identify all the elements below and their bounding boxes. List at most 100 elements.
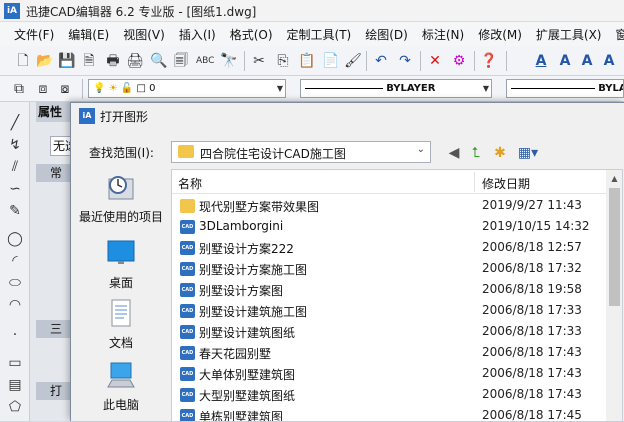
- cad-file-icon: CAD: [180, 346, 195, 360]
- menu-draw[interactable]: 绘图(D): [365, 26, 408, 43]
- menu-dimension[interactable]: 标注(N): [422, 26, 464, 43]
- menu-view[interactable]: 视图(V): [123, 26, 165, 43]
- list-item[interactable]: CAD 别墅设计建筑图纸 2006/8/18 17:33: [172, 322, 606, 343]
- layer-manager-icon[interactable]: ⧉: [10, 80, 28, 98]
- polyline-tool-icon[interactable]: ↯: [6, 136, 24, 154]
- list-item[interactable]: CAD 单栋别墅建筑图 2006/8/18 17:45: [172, 406, 606, 422]
- dialog-logo-icon: iA: [79, 108, 95, 124]
- layer-toolbar: ⧉ ⧈ ⧇ 💡 ☀ 🔓 □ 0 ▼ BYLAYER ▼ BYLA: [0, 76, 624, 102]
- redo-icon[interactable]: ↷: [396, 52, 414, 70]
- file-name: 别墅设计建筑施工图: [199, 303, 307, 320]
- menu-file[interactable]: 文件(F): [14, 26, 54, 43]
- back-icon[interactable]: ◀: [445, 144, 463, 162]
- scroll-up-icon[interactable]: ▲: [606, 170, 623, 187]
- help-icon[interactable]: ❓: [480, 52, 498, 70]
- sketch-tool-icon[interactable]: ✎: [6, 202, 24, 220]
- menu-custom-tools[interactable]: 定制工具(T): [287, 26, 352, 43]
- column-divider[interactable]: [474, 172, 475, 192]
- place-recent-label: 最近使用的项目: [75, 208, 167, 225]
- delete-icon[interactable]: ✕: [426, 52, 444, 70]
- list-item[interactable]: CAD 别墅设计方案图 2006/8/18 19:58: [172, 280, 606, 301]
- place-documents[interactable]: 文档: [75, 299, 167, 351]
- place-recent[interactable]: 最近使用的项目: [75, 173, 167, 225]
- list-item[interactable]: CAD 3DLamborgini 2019/10/15 14:32: [172, 217, 606, 238]
- menu-extend-tools[interactable]: 扩展工具(X): [536, 26, 602, 43]
- file-date: 2006/8/18 17:32: [482, 261, 582, 275]
- purge-icon[interactable]: ⚙: [450, 52, 468, 70]
- menu-modify[interactable]: 修改(M): [478, 26, 522, 43]
- new-folder-icon[interactable]: ✱: [491, 144, 509, 162]
- polygon-tool-icon[interactable]: ⬠: [6, 398, 24, 416]
- open-folder-icon[interactable]: 📂: [36, 52, 54, 70]
- text-find-icon[interactable]: A: [600, 52, 618, 70]
- cad-file-icon: CAD: [180, 262, 195, 276]
- file-date: 2006/8/18 17:43: [482, 366, 582, 380]
- match-properties-icon[interactable]: 🖌: [344, 52, 362, 70]
- list-item[interactable]: CAD 大单体别墅建筑图 2006/8/18 17:43: [172, 364, 606, 385]
- text-edit-icon[interactable]: A: [578, 52, 596, 70]
- standard-toolbar: 🗋 📂 💾 🗎 🖶 🖨 🔍 🗐 ABC 🔭 ✂ ⎘ 📋 📄 🖌 ↶ ↷ ✕ ⚙ …: [0, 46, 624, 76]
- paste-special-icon[interactable]: 📄: [322, 52, 340, 70]
- spline-tool-icon[interactable]: ∽: [6, 180, 24, 198]
- view-menu-icon[interactable]: ▦▾: [515, 144, 541, 162]
- column-name[interactable]: 名称: [178, 175, 202, 192]
- up-folder-icon[interactable]: ⮤: [467, 144, 485, 162]
- hatch-tool-icon[interactable]: ▤: [6, 376, 24, 394]
- arc-tool-icon[interactable]: ◜: [6, 252, 24, 270]
- file-name: 现代别墅方案带效果图: [199, 198, 319, 215]
- scrollbar-thumb[interactable]: [609, 188, 620, 306]
- look-in-select[interactable]: 四合院住宅设计CAD施工图 ⌄: [171, 141, 431, 163]
- menu-edit[interactable]: 编辑(E): [68, 26, 109, 43]
- circle-tool-icon[interactable]: ◯: [6, 230, 24, 248]
- toolbar-separator: [420, 51, 421, 71]
- multiline-text-icon[interactable]: A: [556, 52, 574, 70]
- print-setup-icon[interactable]: 🖨: [126, 52, 144, 70]
- lineweight-select[interactable]: BYLA: [506, 79, 624, 98]
- linetype-select[interactable]: BYLAYER ▼: [300, 79, 492, 98]
- file-date: 2006/8/18 17:33: [482, 324, 582, 338]
- line-tool-icon[interactable]: ╱: [6, 114, 24, 132]
- new-file-icon[interactable]: 🗋: [14, 52, 32, 70]
- chevron-down-icon: ⌄: [417, 144, 425, 155]
- column-date[interactable]: 修改日期: [482, 175, 530, 192]
- find-icon[interactable]: 🔭: [220, 52, 238, 70]
- cut-icon[interactable]: ✂: [250, 52, 268, 70]
- list-item[interactable]: CAD 别墅设计建筑施工图 2006/8/18 17:33: [172, 301, 606, 322]
- layer-previous-icon[interactable]: ⧇: [56, 80, 74, 98]
- list-item[interactable]: 现代别墅方案带效果图 2019/9/27 11:43: [172, 196, 606, 217]
- property-panel: 属性 无选 常 三 打: [30, 102, 75, 421]
- copy-icon[interactable]: ⎘: [274, 52, 292, 70]
- layer-select[interactable]: 💡 ☀ 🔓 □ 0 ▼: [88, 79, 286, 98]
- menu-window[interactable]: 窗口: [616, 26, 624, 43]
- list-item[interactable]: CAD 春天花园别墅 2006/8/18 17:43: [172, 343, 606, 364]
- menu-insert[interactable]: 插入(I): [179, 26, 216, 43]
- ellipse-tool-icon[interactable]: ⬭: [6, 274, 24, 292]
- list-item[interactable]: CAD 别墅设计方案222 2006/8/18 12:57: [172, 238, 606, 259]
- save-icon[interactable]: 💾: [58, 52, 76, 70]
- publish-icon[interactable]: 🗐: [172, 52, 190, 70]
- layer-state-icon[interactable]: ⧈: [34, 80, 52, 98]
- point-tool-icon[interactable]: ·: [6, 326, 24, 344]
- text-style-icon[interactable]: A: [532, 52, 550, 70]
- list-item[interactable]: CAD 别墅设计方案施工图 2006/8/18 17:32: [172, 259, 606, 280]
- list-item[interactable]: CAD 大型别墅建筑图纸 2006/8/18 17:43: [172, 385, 606, 406]
- file-date: 2006/8/18 17:43: [482, 345, 582, 359]
- place-computer[interactable]: 此电脑: [75, 361, 167, 413]
- title-bar: iA 迅捷CAD编辑器 6.2 专业版 - [图纸1.dwg]: [0, 0, 624, 22]
- place-desktop[interactable]: 桌面: [75, 239, 167, 291]
- rectangle-tool-icon[interactable]: ▭: [6, 354, 24, 372]
- vertical-scrollbar[interactable]: ▲: [606, 170, 623, 422]
- spell-check-icon[interactable]: ABC: [196, 52, 214, 70]
- construction-line-icon[interactable]: ⫽: [6, 158, 24, 176]
- undo-icon[interactable]: ↶: [372, 52, 390, 70]
- save-as-icon[interactable]: 🗎: [80, 52, 98, 70]
- menu-format[interactable]: 格式(O): [230, 26, 273, 43]
- paste-icon[interactable]: 📋: [298, 52, 316, 70]
- cad-file-icon: CAD: [180, 241, 195, 255]
- open-drawing-dialog: iA 打开图形 查找范围(I): 四合院住宅设计CAD施工图 ⌄ ◀ ⮤ ✱ ▦…: [70, 102, 624, 421]
- chevron-down-icon: ▼: [277, 80, 283, 97]
- layer-lock-icon: 🔓: [121, 83, 133, 94]
- print-preview-icon[interactable]: 🔍: [150, 52, 168, 70]
- ellipse-arc-icon[interactable]: ◠: [6, 296, 24, 314]
- print-icon[interactable]: 🖶: [104, 52, 122, 70]
